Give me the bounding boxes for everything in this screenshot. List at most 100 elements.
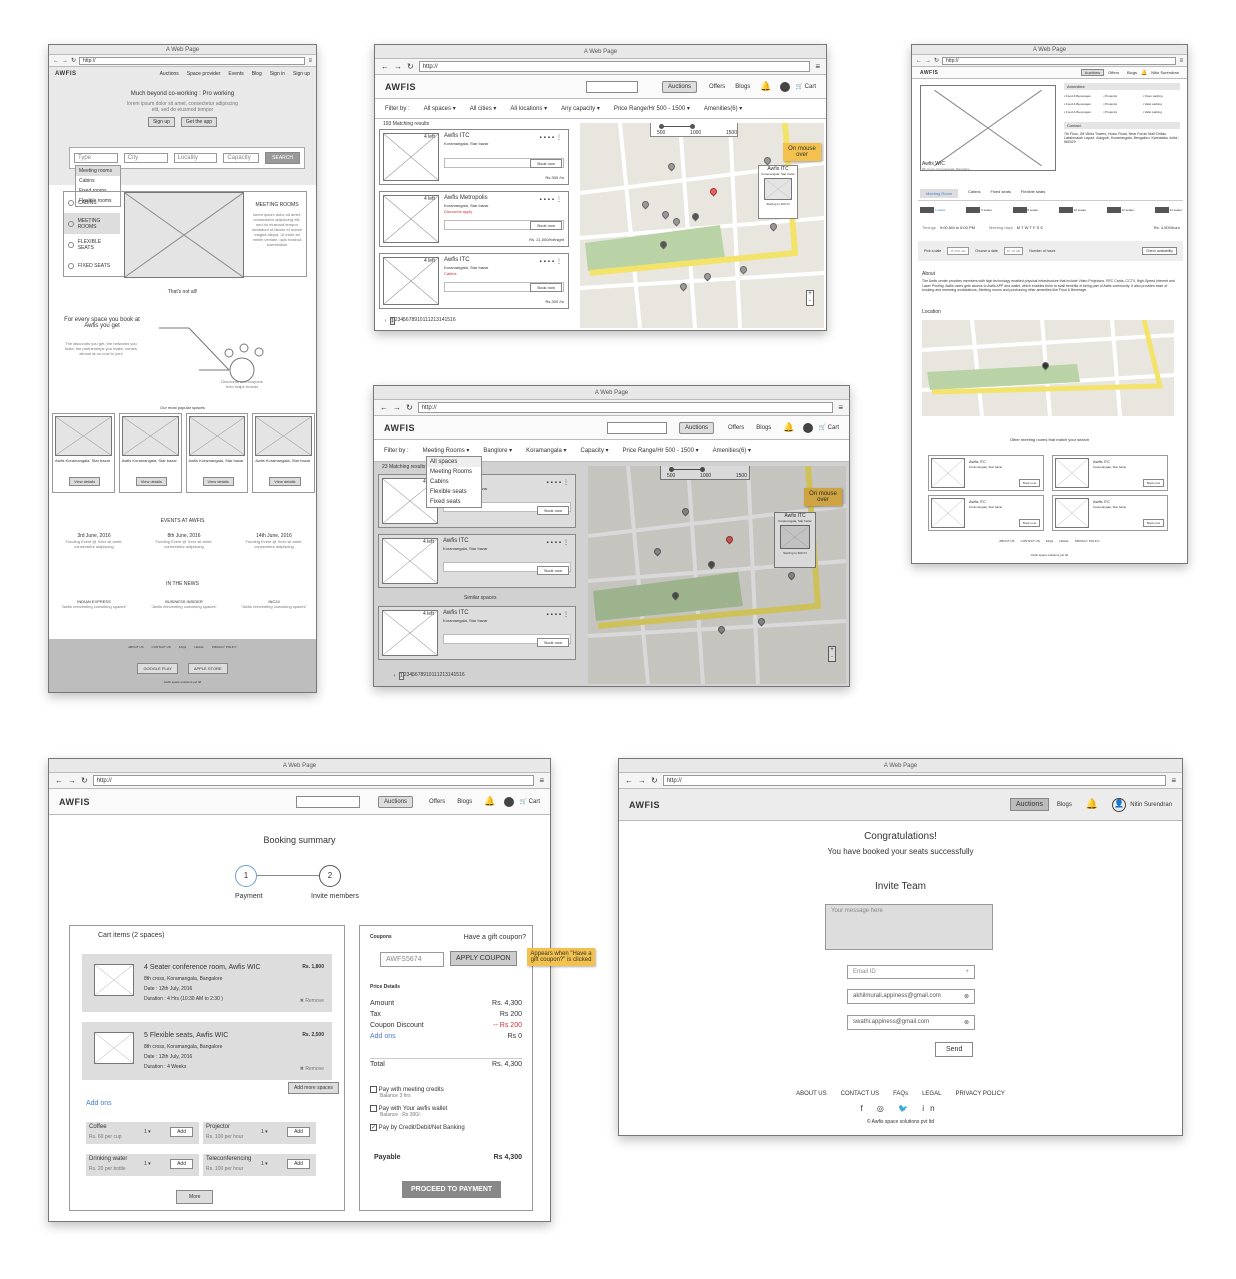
result-card[interactable]: 4 left Awfis ITC Koramangala, Star bazar… bbox=[378, 606, 576, 660]
news-item[interactable]: INC24 "Awfis reinventing coworking spaces… bbox=[239, 599, 309, 609]
nav-space-provider[interactable]: Space provider bbox=[187, 71, 221, 77]
popular-card[interactable]: Awfis Koramangala, Star bazar View detail… bbox=[52, 413, 115, 493]
checkbox[interactable] bbox=[370, 1105, 377, 1113]
event-item[interactable]: 8th June, 2016 Funding Event @ Xxxx sit a… bbox=[149, 533, 219, 549]
auctions-button[interactable]: Auctions bbox=[662, 80, 698, 93]
other-room-card[interactable]: Awfis ITC Koramangala, Star bazar Book n… bbox=[928, 495, 1044, 531]
offers-link[interactable]: Offers bbox=[728, 425, 744, 431]
blogs-link[interactable]: Blogs bbox=[1127, 70, 1137, 75]
forward-icon[interactable]: → bbox=[62, 58, 68, 64]
footer-link[interactable]: ABOUT US bbox=[796, 1091, 827, 1097]
bell-icon[interactable]: 🔔 bbox=[783, 422, 794, 433]
bell-icon[interactable]: 🔔 bbox=[1086, 799, 1098, 810]
more-button[interactable]: More bbox=[176, 1190, 214, 1204]
nav-blog[interactable]: Blog bbox=[252, 71, 262, 77]
nav-sign-up[interactable]: Sign up bbox=[293, 71, 310, 77]
seater-option[interactable]: 12 seater bbox=[1106, 207, 1134, 213]
payment-option[interactable]: ✓ Pay by Credit/Debit/Net Banking bbox=[370, 1124, 530, 1131]
back-icon[interactable]: ← bbox=[53, 58, 59, 64]
email-input[interactable]: Email ID + bbox=[847, 965, 975, 979]
book-now-button[interactable]: Book now bbox=[530, 221, 562, 230]
add-addon-button[interactable]: Add bbox=[287, 1127, 310, 1137]
checkbox[interactable]: ✓ bbox=[370, 1124, 377, 1132]
reload-icon[interactable]: ↻ bbox=[406, 403, 413, 412]
view-details-button[interactable]: View details bbox=[202, 477, 234, 486]
price-slider[interactable]: 500 1000 1500 bbox=[650, 123, 738, 137]
nav-events[interactable]: Events bbox=[228, 71, 243, 77]
nav-auctions[interactable]: Auctions bbox=[160, 71, 179, 77]
book-now-button[interactable]: Book now bbox=[1018, 519, 1040, 527]
add-addon-button[interactable]: Add bbox=[170, 1159, 193, 1169]
quantity-select[interactable]: 1 ▾ bbox=[144, 1161, 151, 1167]
prev-page-icon[interactable]: ‹ bbox=[390, 673, 399, 679]
footer-link[interactable]: ABOUT US bbox=[128, 645, 143, 649]
add-addon-button[interactable]: Add bbox=[170, 1127, 193, 1137]
footer-link[interactable]: FAQs bbox=[1046, 539, 1054, 543]
popular-card[interactable]: Awfis Koramangala, Star bazar View detail… bbox=[252, 413, 315, 493]
footer-link[interactable]: CONTACT US bbox=[152, 645, 171, 649]
result-card[interactable]: 4 left Awfis ITC Koramangala, Star bazar… bbox=[378, 534, 576, 588]
seater-option[interactable]: 14 seater bbox=[1154, 207, 1182, 213]
popular-card[interactable]: Awfis Koramangala, Star bazar View detail… bbox=[185, 413, 249, 493]
coupon-input[interactable]: AWFS5674 bbox=[380, 952, 444, 967]
time-picker[interactable]: 10: 30 AM bbox=[1003, 247, 1024, 255]
tab-fixed-seats[interactable]: Fixed seats bbox=[990, 189, 1010, 198]
blogs-link[interactable]: Blogs bbox=[756, 425, 771, 431]
result-card[interactable]: 4 left Awfis Metropolis Koramangala, Sta… bbox=[379, 191, 569, 247]
tab-flexible-seats[interactable]: Flexible seats bbox=[1021, 189, 1045, 198]
footer-link[interactable]: ABOUT US bbox=[999, 539, 1014, 543]
blogs-link[interactable]: Blogs bbox=[457, 799, 472, 805]
event-item[interactable]: 3rd June, 2016 Funding Event @ Xxxx sit a… bbox=[59, 533, 129, 549]
user-avatar-icon[interactable] bbox=[503, 796, 514, 807]
dropdown-option[interactable]: Cabins bbox=[427, 477, 481, 487]
url-input[interactable]: http:// bbox=[418, 61, 811, 72]
map-popup[interactable]: Awfis ITC Koramangala, Star bazar Starti… bbox=[774, 512, 816, 568]
social-icons[interactable]: f ◎ 🐦 in bbox=[619, 1104, 1182, 1113]
map[interactable]: 500 1000 1500 On mouse over Awfis ITC Kora… bbox=[580, 123, 824, 328]
filter-price[interactable]: Price Range/Hr 500 - 1500 ▾ bbox=[623, 447, 699, 454]
forward-icon[interactable]: → bbox=[393, 403, 401, 412]
remove-button[interactable]: ✖ Remove bbox=[300, 998, 324, 1004]
reload-icon[interactable]: ↻ bbox=[934, 57, 939, 64]
offers-link[interactable]: Offers bbox=[429, 799, 445, 805]
add-addon-button[interactable]: Add bbox=[287, 1159, 310, 1169]
email-chip[interactable]: swathi.appiness@gmail.com ⊗ bbox=[847, 1015, 975, 1030]
step-1[interactable]: 1 bbox=[235, 865, 257, 887]
other-room-card[interactable]: Awfis ITC Koramangala, Star bazar Book n… bbox=[1052, 455, 1168, 491]
result-card[interactable]: 4 left Awfis ITC Koramangala, Star bazar… bbox=[379, 129, 569, 185]
get-app-button[interactable]: Get the app bbox=[180, 117, 218, 127]
footer-link[interactable]: CONTACT US bbox=[841, 1091, 879, 1097]
other-room-card[interactable]: Awfis ITC Koramangala, Star bazar Book n… bbox=[928, 455, 1044, 491]
news-item[interactable]: BUSINESS INSIDER "Awfis reinventing cowor… bbox=[149, 599, 219, 609]
book-now-button[interactable]: Book now bbox=[1018, 479, 1040, 487]
reload-icon[interactable]: ↻ bbox=[407, 62, 414, 71]
book-now-button[interactable]: Book now bbox=[530, 159, 562, 168]
user-avatar-icon[interactable] bbox=[802, 422, 813, 433]
footer-link[interactable]: LEGAL bbox=[194, 645, 204, 649]
footer-link[interactable]: PRIVACY POLICY bbox=[955, 1091, 1004, 1097]
footer-link[interactable]: FAQs bbox=[179, 645, 187, 649]
apply-coupon-button[interactable]: APPLY COUPON bbox=[450, 951, 517, 966]
url-input[interactable]: http:// bbox=[92, 775, 535, 786]
search-button[interactable]: SEARCH bbox=[265, 152, 301, 164]
footer-link[interactable]: PRIVACY POLICY bbox=[1075, 539, 1100, 543]
signup-button[interactable]: Sign up bbox=[147, 117, 175, 127]
filter-amenities[interactable]: Amenities(6) ▾ bbox=[704, 105, 742, 112]
url-input[interactable]: http:// bbox=[942, 56, 1177, 65]
space-type-flexible-seats[interactable]: FLEXIBLE SEATS bbox=[64, 234, 120, 255]
dropdown-option[interactable]: Fixed seats bbox=[427, 497, 481, 507]
book-now-button[interactable]: Book now bbox=[1142, 519, 1164, 527]
google-play-button[interactable]: GOOGLE PLAY bbox=[137, 663, 178, 674]
footer-link[interactable]: FAQs bbox=[893, 1091, 908, 1097]
bell-icon[interactable]: 🔔 bbox=[484, 796, 495, 807]
auctions-button[interactable]: Auctions bbox=[1009, 798, 1049, 811]
dropdown-option[interactable]: Meeting Rooms bbox=[427, 467, 481, 477]
step-2[interactable]: 2 bbox=[319, 865, 341, 887]
cart-link[interactable]: 🛒 Cart bbox=[520, 798, 541, 805]
date-picker[interactable]: 16 12th Jan bbox=[947, 247, 970, 255]
blogs-link[interactable]: Blogs bbox=[735, 84, 750, 90]
footer-link[interactable]: PRIVACY POLICY bbox=[212, 645, 237, 649]
zoom-controls[interactable]: + - bbox=[806, 290, 814, 306]
url-input[interactable]: http:// bbox=[662, 775, 1167, 786]
city-select[interactable]: City bbox=[123, 153, 168, 163]
